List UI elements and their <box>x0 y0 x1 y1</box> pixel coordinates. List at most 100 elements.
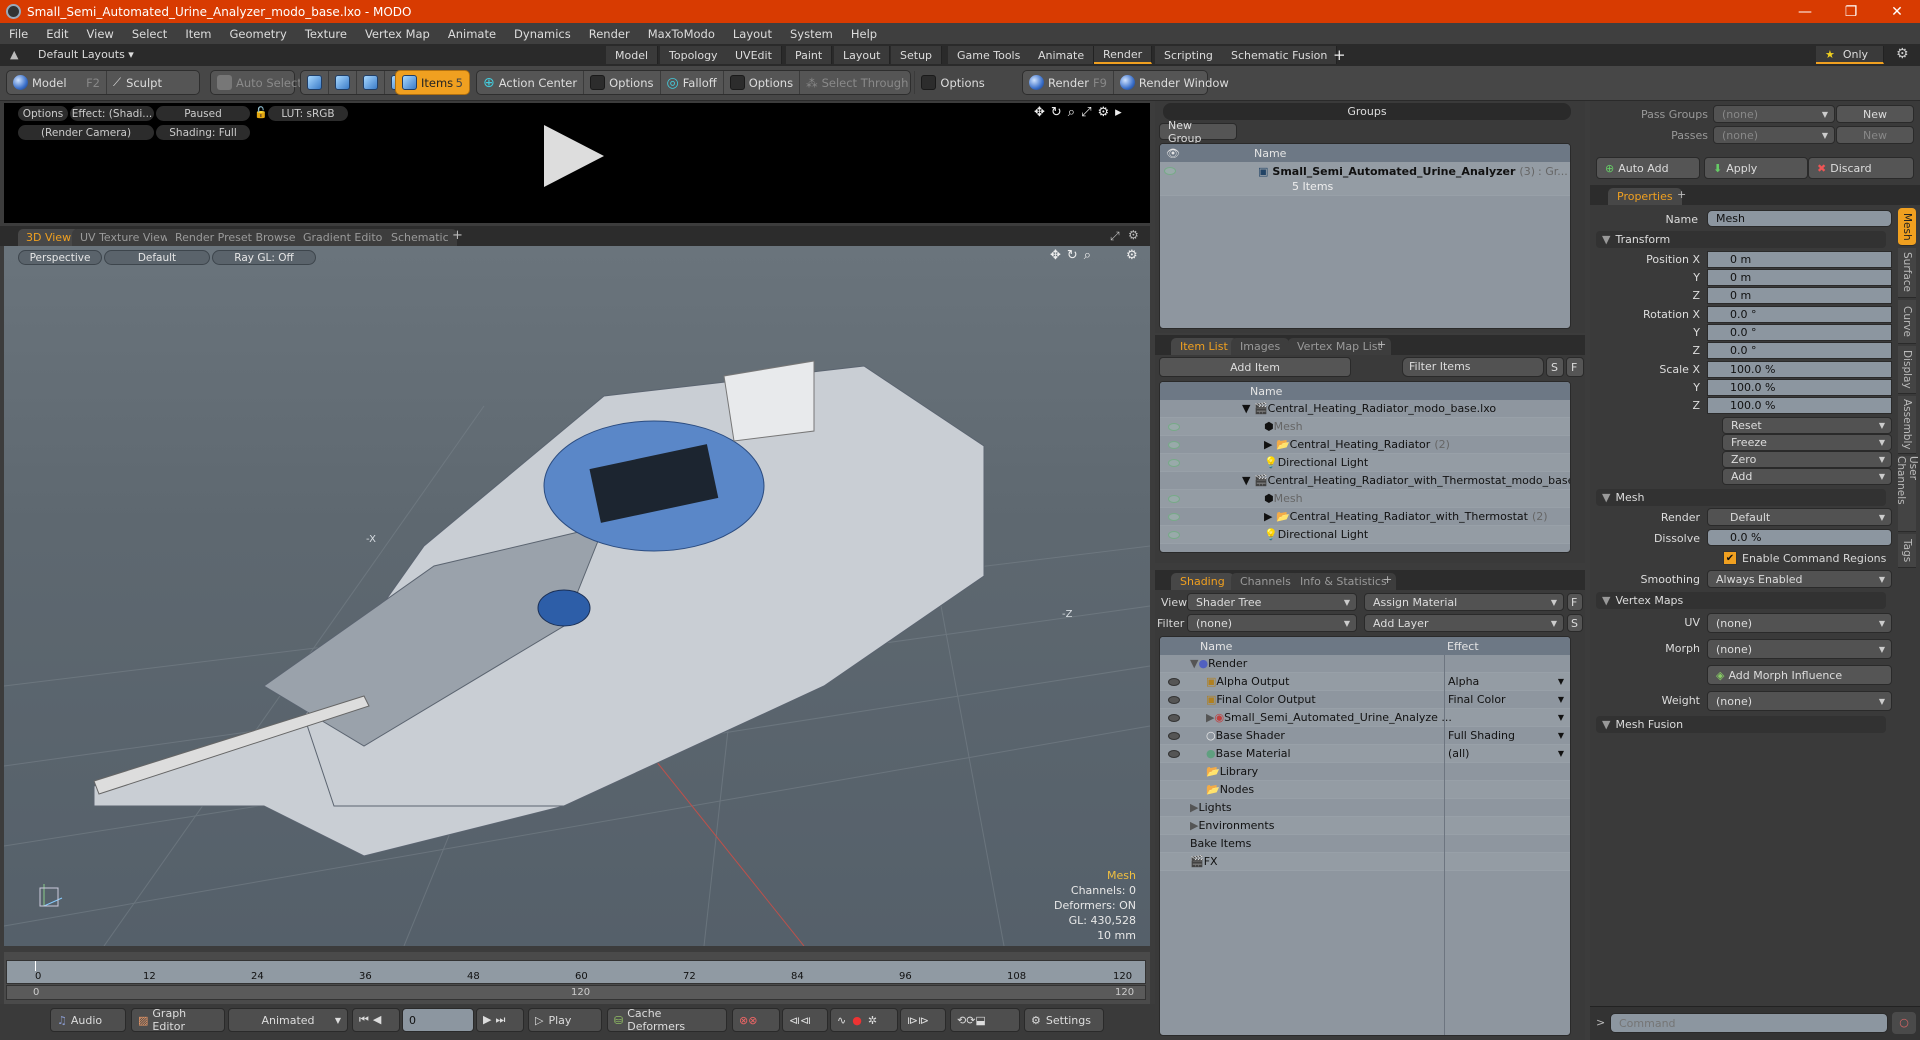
action-center-button[interactable]: ⊕ Action Center <box>477 71 585 94</box>
range-bar[interactable]: 0 120 120 <box>6 985 1146 1000</box>
add-layout-tab-button[interactable]: + <box>1333 46 1346 64</box>
freeze-dropdown[interactable]: Freeze <box>1722 434 1892 451</box>
render-camera-dropdown[interactable]: (Render Camera) <box>18 125 154 140</box>
next-key-buttons[interactable]: ⧐⧐ <box>900 1008 946 1032</box>
action-options-button[interactable]: Options <box>584 71 661 94</box>
edges-mode-button[interactable] <box>329 71 357 94</box>
visibility-toggle[interactable] <box>1168 454 1180 471</box>
effect-dropdown[interactable]: Effect: (Shadi... <box>70 106 154 121</box>
tab-3d-view[interactable]: 3D View <box>18 229 80 246</box>
tab-model[interactable]: Model <box>606 46 659 64</box>
tab-item-list[interactable]: Item List <box>1171 338 1237 355</box>
falloff-options-button[interactable]: Options <box>724 71 801 94</box>
assign-material-button[interactable]: Assign Material <box>1364 593 1564 611</box>
auto-select-button[interactable]: Auto Select <box>210 70 302 95</box>
menu-texture[interactable]: Texture <box>296 27 356 41</box>
menu-edit[interactable]: Edit <box>37 27 77 41</box>
visibility-toggle[interactable] <box>1168 418 1180 435</box>
items-mode-button[interactable]: Items 5 <box>395 70 470 95</box>
filter-items-input[interactable]: Filter Items <box>1402 357 1544 377</box>
s-button[interactable]: S <box>1546 357 1564 377</box>
render-dropdown[interactable]: Default <box>1707 508 1892 526</box>
preview-nav-icons[interactable]: ✥↻⌕⤢⚙▸ <box>1034 105 1128 120</box>
tab-animate[interactable]: Animate <box>1029 46 1095 64</box>
add-item-button[interactable]: Add Item <box>1159 357 1351 377</box>
rotation-y-field[interactable]: 0.0 ° <box>1707 324 1892 341</box>
menu-file[interactable]: File <box>0 27 37 41</box>
record-buttons[interactable]: ∿ ● ✲ <box>830 1008 898 1032</box>
tab-game-tools[interactable]: Game Tools <box>948 46 1031 64</box>
effect-dropdown[interactable]: Full Shading ▼ <box>1448 727 1568 744</box>
item-row[interactable]: ⬢ Mesh <box>1160 418 1570 436</box>
menu-render[interactable]: Render <box>580 27 639 41</box>
viewport-nav-icons[interactable]: ✥↻⌕ <box>1050 248 1097 263</box>
vertex-maps-section[interactable]: ▼ Vertex Maps <box>1596 592 1886 609</box>
shader-row[interactable]: ▶ ◉ Small_Semi_Automated_Urine_Analyze .… <box>1160 709 1570 727</box>
timeline[interactable]: 0 12 24 36 48 60 72 84 96 108 120 0 120 … <box>4 952 1150 1004</box>
weight-dropdown[interactable]: (none) <box>1707 691 1892 711</box>
rotation-z-field[interactable]: 0.0 ° <box>1707 342 1892 359</box>
animated-dropdown[interactable]: Animated ▼ <box>228 1008 348 1032</box>
expand-arrow-icon[interactable]: ▶ <box>1206 711 1214 724</box>
tab-gradient-editor[interactable]: Gradient Editor <box>295 229 395 246</box>
shader-row[interactable]: ○ Base Shader Full Shading ▼ <box>1160 727 1570 745</box>
side-tab-user-channels[interactable]: User Channels <box>1895 456 1919 532</box>
visibility-toggle[interactable] <box>1168 673 1180 690</box>
menu-maxtomodo[interactable]: MaxToModo <box>639 27 724 41</box>
menu-animate[interactable]: Animate <box>439 27 505 41</box>
tab-uvedit[interactable]: UVEdit <box>726 46 782 64</box>
render-button[interactable]: Render F9 <box>1023 71 1114 94</box>
gear-icon[interactable]: ⚙ <box>1896 46 1909 62</box>
transform-key-buttons[interactable]: ⟲⟳⬓ <box>950 1008 1020 1032</box>
render-window-button[interactable]: Render Window <box>1114 71 1235 94</box>
tab-info-statistics[interactable]: Info & Statistics <box>1291 573 1396 590</box>
passes-dropdown[interactable]: (none) <box>1713 126 1835 144</box>
perspective-dropdown[interactable]: Perspective <box>18 250 102 265</box>
minimize-button[interactable]: — <box>1782 0 1828 23</box>
play-button[interactable]: ▷ Play <box>528 1008 602 1032</box>
reset-dropdown[interactable]: Reset <box>1722 417 1892 434</box>
new-pass-button[interactable]: New <box>1836 126 1914 144</box>
name-field[interactable]: Mesh <box>1707 210 1892 227</box>
scale-x-field[interactable]: 100.0 % <box>1707 361 1892 378</box>
scale-y-field[interactable]: 100.0 % <box>1707 379 1892 396</box>
item-row[interactable]: 💡 Directional Light <box>1160 526 1570 544</box>
mesh-section[interactable]: ▼ Mesh <box>1596 489 1886 506</box>
tab-scripting[interactable]: Scripting <box>1155 46 1223 64</box>
menu-vertex-map[interactable]: Vertex Map <box>356 27 439 41</box>
vertices-mode-button[interactable] <box>301 71 329 94</box>
tab-layout[interactable]: Layout <box>834 46 891 64</box>
prev-key-buttons[interactable]: ⧏⧏ <box>782 1008 828 1032</box>
new-pass-group-button[interactable]: New <box>1836 105 1914 123</box>
transform-section[interactable]: ▼ Transform <box>1596 231 1886 248</box>
item-row[interactable]: ▼ 🎬 Central_Heating_Radiator_modo_base.l… <box>1160 400 1570 418</box>
visibility-toggle[interactable] <box>1168 745 1180 762</box>
pass-groups-dropdown[interactable]: (none) <box>1713 105 1835 123</box>
f-button[interactable]: F <box>1566 357 1584 377</box>
auto-add-button[interactable]: ⊕ Auto Add <box>1596 157 1700 179</box>
skip-back-buttons[interactable]: ⏮◀ <box>352 1008 400 1032</box>
model-button[interactable]: Model F2 <box>7 71 107 94</box>
shader-row[interactable]: ▼ ● Render <box>1160 655 1570 673</box>
add-tab-button[interactable]: + <box>1377 338 1386 351</box>
menu-help[interactable]: Help <box>842 27 886 41</box>
audio-button[interactable]: ♫ Audio <box>50 1008 126 1032</box>
shading-dropdown[interactable]: Shading: Full <box>156 125 250 140</box>
menu-view[interactable]: View <box>78 27 123 41</box>
item-row[interactable]: ▼ 🎬 Central_Heating_Radiator_with_Thermo… <box>1160 472 1570 490</box>
add-tab-button[interactable]: + <box>1677 188 1686 201</box>
add-dropdown[interactable]: Add <box>1722 468 1892 485</box>
add-layer-dropdown[interactable]: Add Layer <box>1364 614 1564 632</box>
effect-dropdown[interactable]: (all) ▼ <box>1448 745 1568 762</box>
menu-dynamics[interactable]: Dynamics <box>505 27 580 41</box>
tab-properties[interactable]: Properties <box>1608 188 1682 205</box>
tab-render[interactable]: Render <box>1094 46 1153 64</box>
cache-deformers-button[interactable]: ⛁ Cache Deformers <box>607 1007 727 1033</box>
3d-viewport[interactable]: -X -Z Perspective Default Ray GL: Off ✥↻… <box>4 246 1150 946</box>
visibility-toggle[interactable] <box>1168 526 1180 543</box>
mesh-fusion-section[interactable]: ▼ Mesh Fusion <box>1596 716 1886 733</box>
shader-row[interactable]: Bake Items <box>1160 835 1570 853</box>
visibility-toggle[interactable] <box>1168 727 1180 744</box>
position-x-field[interactable]: 0 m <box>1707 251 1892 268</box>
effect-dropdown[interactable]: Alpha ▼ <box>1448 673 1568 690</box>
